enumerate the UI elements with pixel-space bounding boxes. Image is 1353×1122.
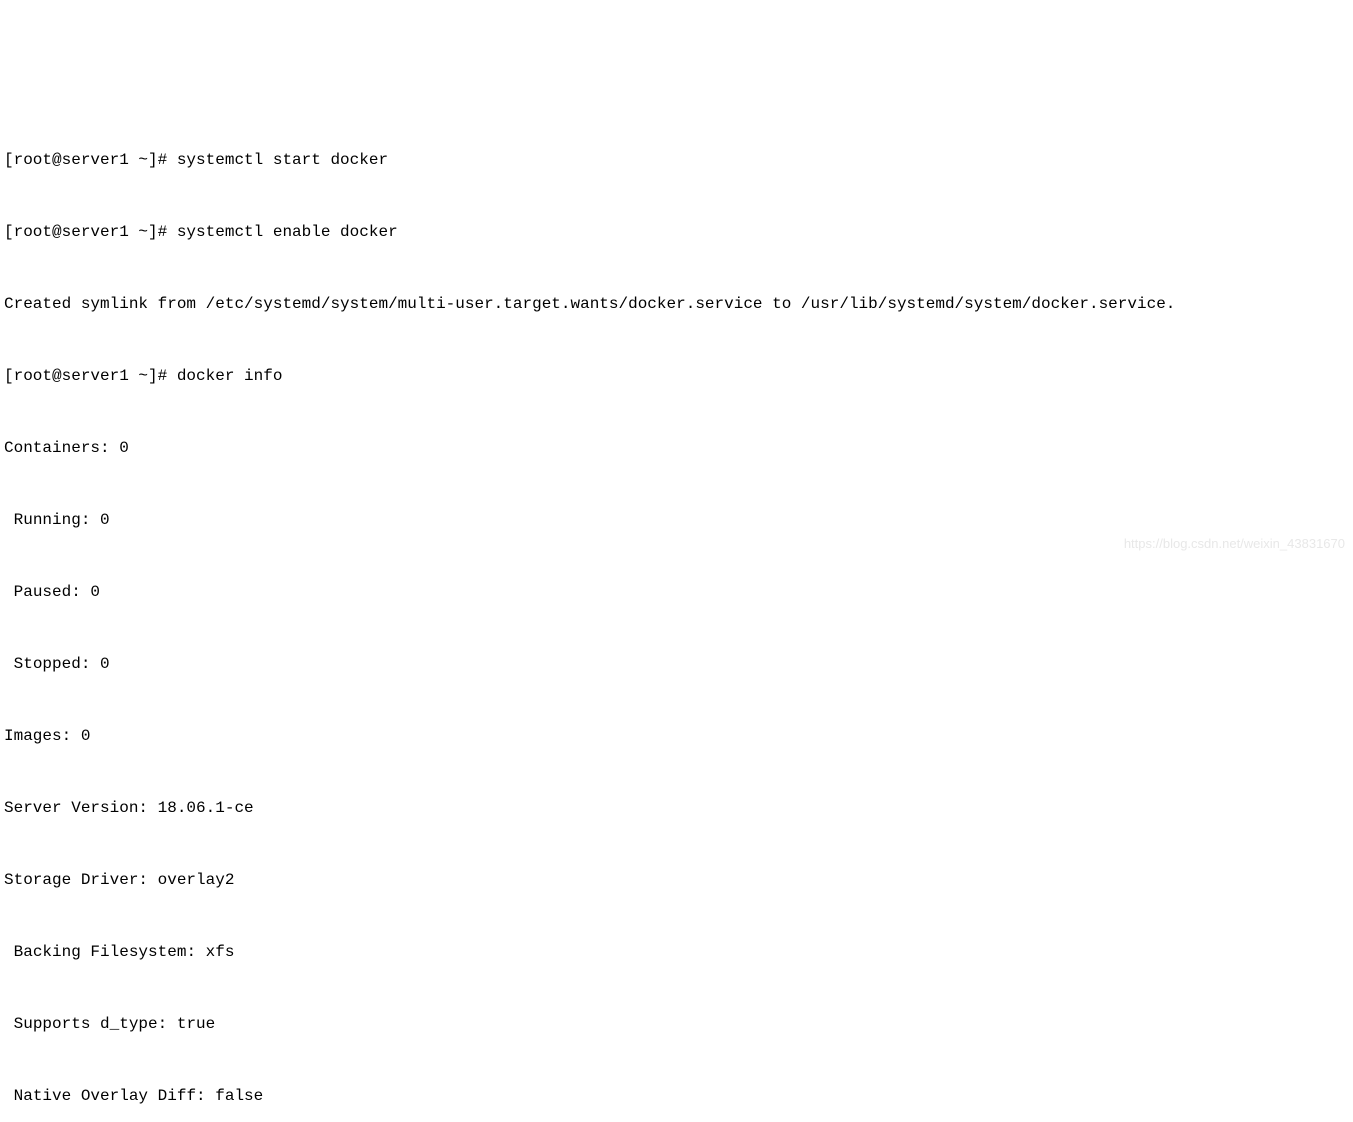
watermark-text: https://blog.csdn.net/weixin_43831670 (1124, 534, 1345, 554)
terminal-output[interactable]: [root@server1 ~]# systemctl start docker… (4, 100, 1349, 1122)
terminal-line: Server Version: 18.06.1-ce (4, 796, 1349, 820)
terminal-line: Supports d_type: true (4, 1012, 1349, 1036)
terminal-line: Paused: 0 (4, 580, 1349, 604)
terminal-line: [root@server1 ~]# systemctl enable docke… (4, 220, 1349, 244)
terminal-line: Created symlink from /etc/systemd/system… (4, 292, 1349, 316)
terminal-line: Images: 0 (4, 724, 1349, 748)
terminal-line: [root@server1 ~]# systemctl start docker (4, 148, 1349, 172)
terminal-line: Containers: 0 (4, 436, 1349, 460)
terminal-line: Running: 0 (4, 508, 1349, 532)
terminal-line: [root@server1 ~]# docker info (4, 364, 1349, 388)
terminal-line: Storage Driver: overlay2 (4, 868, 1349, 892)
terminal-line: Backing Filesystem: xfs (4, 940, 1349, 964)
terminal-line: Native Overlay Diff: false (4, 1084, 1349, 1108)
terminal-line: Stopped: 0 (4, 652, 1349, 676)
